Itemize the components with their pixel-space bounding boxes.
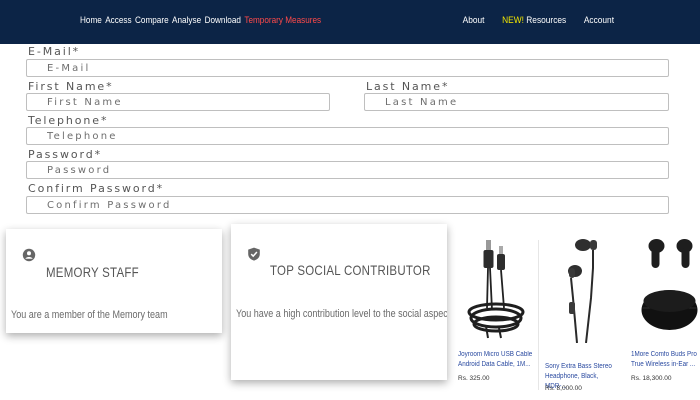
badge-description: You are a member of the Memory team: [11, 309, 168, 321]
badge-title: TOP SOCIAL CONTRIBUTOR: [270, 262, 431, 278]
nav-link-home[interactable]: Home: [80, 15, 102, 26]
product-name[interactable]: 1More Comfo Buds Pro True Wireless in-Ea…: [631, 350, 700, 370]
first-name-label: First Name*: [28, 80, 114, 93]
nav-link-temporary-measures[interactable]: Temporary Measures: [244, 15, 321, 26]
nav-link-about[interactable]: About: [463, 15, 485, 26]
primary-nav: Home Access Compare Analyse Download Tem…: [80, 15, 321, 26]
staff-badge-icon: [22, 248, 36, 262]
badge-card-memory-staff: MEMORY STAFF You are a member of the Mem…: [6, 229, 222, 333]
nav-link-analyse[interactable]: Analyse: [172, 15, 201, 26]
email-label: E-Mail*: [28, 45, 81, 58]
nav-link-resources[interactable]: Resources: [526, 15, 566, 26]
product-card[interactable]: 1More Comfo Buds Pro True Wireless in-Ea…: [627, 238, 700, 400]
nav-link-account[interactable]: Account: [584, 15, 614, 26]
password-label: Password*: [28, 148, 102, 161]
last-name-field[interactable]: [364, 93, 669, 111]
telephone-label: Telephone*: [28, 114, 109, 127]
product-card[interactable]: Sony Extra Bass Stereo Headphone, Black,…: [541, 238, 625, 400]
product-divider: [538, 240, 539, 390]
last-name-label: Last Name*: [366, 80, 450, 93]
usb-cable-image: [467, 240, 525, 339]
nav-link-access[interactable]: Access: [105, 15, 131, 26]
nav-link-download[interactable]: Download: [205, 15, 241, 26]
telephone-field[interactable]: [26, 127, 669, 145]
confirm-password-field[interactable]: [26, 196, 669, 214]
confirm-password-label: Confirm Password*: [28, 182, 165, 195]
product-price: Rs. 8,000.00: [545, 385, 582, 392]
badge-card-top-social-contributor: TOP SOCIAL CONTRIBUTOR You have a high c…: [231, 224, 447, 380]
shield-check-icon: [248, 247, 260, 261]
wireless-earbuds-image: [641, 239, 698, 330]
product-name[interactable]: Joyroom Micro USB Cable Android Data Cab…: [458, 350, 534, 370]
product-price: Rs. 18,300.00: [631, 375, 672, 382]
page: Home Access Compare Analyse Download Tem…: [0, 0, 700, 400]
badge-description: You have a high contribution level to th…: [236, 308, 447, 320]
new-badge: NEW!: [502, 15, 524, 26]
secondary-nav: About NEW! Resources Account: [463, 15, 614, 26]
top-navbar: Home Access Compare Analyse Download Tem…: [0, 0, 700, 44]
badge-title: MEMORY STAFF: [46, 264, 139, 280]
first-name-field[interactable]: [26, 93, 330, 111]
email-field[interactable]: [26, 59, 669, 77]
password-field[interactable]: [26, 161, 669, 179]
wired-earphones-image: [568, 239, 597, 343]
nav-link-compare[interactable]: Compare: [135, 15, 169, 26]
product-price: Rs. 325.00: [458, 375, 490, 382]
product-card[interactable]: Joyroom Micro USB Cable Android Data Cab…: [454, 238, 538, 400]
